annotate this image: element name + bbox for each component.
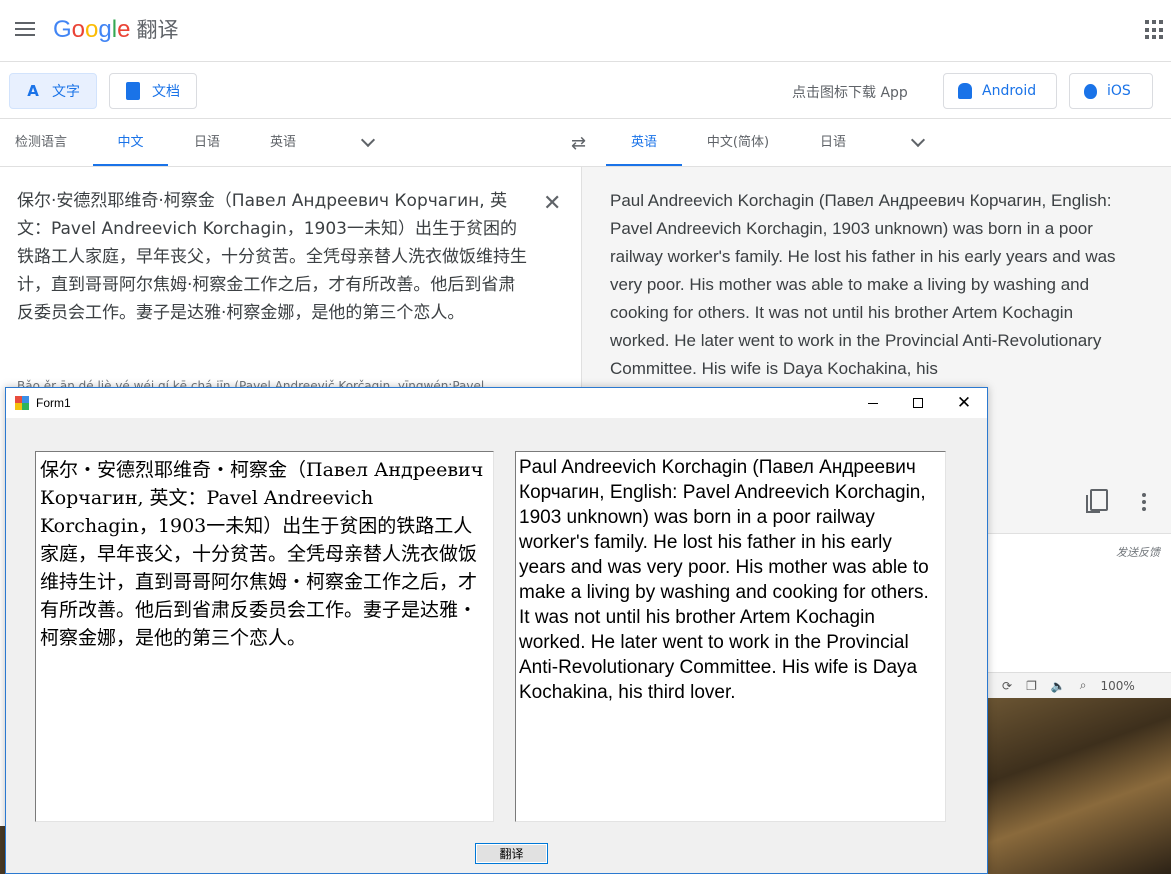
target-lang-chevron-down-icon[interactable] — [910, 132, 926, 148]
close-button[interactable]: ✕ — [941, 388, 987, 418]
android-label: Android — [982, 83, 1037, 99]
maximize-button[interactable] — [895, 388, 941, 418]
more-options-icon[interactable] — [1142, 493, 1146, 511]
translation-output: Paul Andreevich Korchagin (Павел Андреев… — [610, 191, 1116, 378]
window-title: Form1 — [36, 396, 71, 410]
tab-source-japanese[interactable]: 日语 — [175, 120, 239, 166]
document-icon — [124, 82, 142, 100]
google-translate-logo[interactable]: Google 翻译 — [53, 14, 178, 44]
browser-status-strip: ⟳ ❐ 🔈 ⌕ 100% — [988, 672, 1171, 698]
tab-target-japanese[interactable]: 日语 — [800, 120, 866, 166]
apple-icon — [1084, 83, 1097, 99]
source-textbox[interactable]: 保尔・安德烈耶维奇・柯察金（Павел Андреевич Корчагин, … — [35, 451, 494, 822]
status-icon[interactable]: ⟳ — [1002, 679, 1012, 693]
close-icon: ✕ — [956, 393, 972, 413]
result-textbox[interactable]: Paul Andreevich Korchagin (Павел Андреев… — [515, 451, 946, 822]
divider — [988, 533, 1171, 534]
text-mode-button[interactable]: A 文字 — [9, 73, 97, 109]
minimize-button[interactable] — [850, 388, 896, 418]
form1-window: Form1 ✕ 保尔・安德烈耶维奇・柯察金（Павел Андреевич Ко… — [5, 387, 988, 874]
app-icon — [15, 396, 29, 410]
zoom-icon[interactable]: ⌕ — [1080, 678, 1087, 693]
translate-icon: A — [27, 82, 39, 100]
zoom-level: 100% — [1100, 678, 1135, 693]
android-button[interactable]: Android — [943, 73, 1057, 109]
translate-button[interactable]: 翻译 — [475, 843, 548, 864]
background-photo — [988, 698, 1171, 874]
mode-toolbar: A 文字 文档 点击图标下载 App Android iOS — [0, 62, 1171, 119]
tab-target-chinese-simplified[interactable]: 中文(简体) — [694, 120, 782, 166]
ios-button[interactable]: iOS — [1069, 73, 1153, 109]
docs-mode-button[interactable]: 文档 — [109, 73, 197, 109]
source-textbox-text: 保尔・安德烈耶维奇・柯察金（Павел Андреевич Корчагин, … — [40, 459, 484, 649]
volume-icon[interactable]: 🔈 — [1051, 679, 1066, 693]
send-feedback-link[interactable]: 发送反馈 — [1116, 544, 1160, 560]
swap-languages-icon[interactable]: ⇄ — [571, 133, 586, 154]
source-lang-chevron-down-icon[interactable] — [360, 132, 376, 148]
result-textbox-text: Paul Andreevich Korchagin (Павел Андреев… — [519, 457, 929, 703]
clear-source-close-icon[interactable]: ✕ — [543, 191, 561, 216]
menu-icon[interactable] — [15, 22, 35, 38]
apps-grid-icon[interactable] — [1145, 20, 1165, 40]
tab-detect-language[interactable]: 检测语言 — [0, 120, 82, 166]
maximize-icon — [913, 398, 923, 408]
screen: Google 翻译 A 文字 文档 点击图标下载 App Android iOS … — [0, 0, 1171, 874]
tab-source-english[interactable]: 英语 — [250, 120, 316, 166]
gt-header: Google 翻译 — [0, 0, 1171, 62]
copy-icon[interactable] — [1086, 489, 1108, 513]
window-icon[interactable]: ❐ — [1026, 679, 1037, 693]
android-icon — [958, 83, 972, 99]
product-name: 翻译 — [136, 18, 179, 42]
download-app-text: 点击图标下载 App — [792, 85, 908, 101]
docs-mode-label: 文档 — [152, 84, 180, 100]
source-textarea[interactable]: 保尔·安德烈耶维奇·柯察金（Павел Андреевич Корчагин, … — [17, 187, 529, 327]
tab-source-chinese[interactable]: 中文 — [93, 120, 168, 166]
tab-target-english[interactable]: 英语 — [606, 120, 682, 166]
text-mode-label: 文字 — [52, 84, 80, 100]
form1-titlebar[interactable]: Form1 ✕ — [6, 388, 987, 418]
ios-label: iOS — [1107, 83, 1131, 99]
minimize-icon — [868, 402, 878, 404]
